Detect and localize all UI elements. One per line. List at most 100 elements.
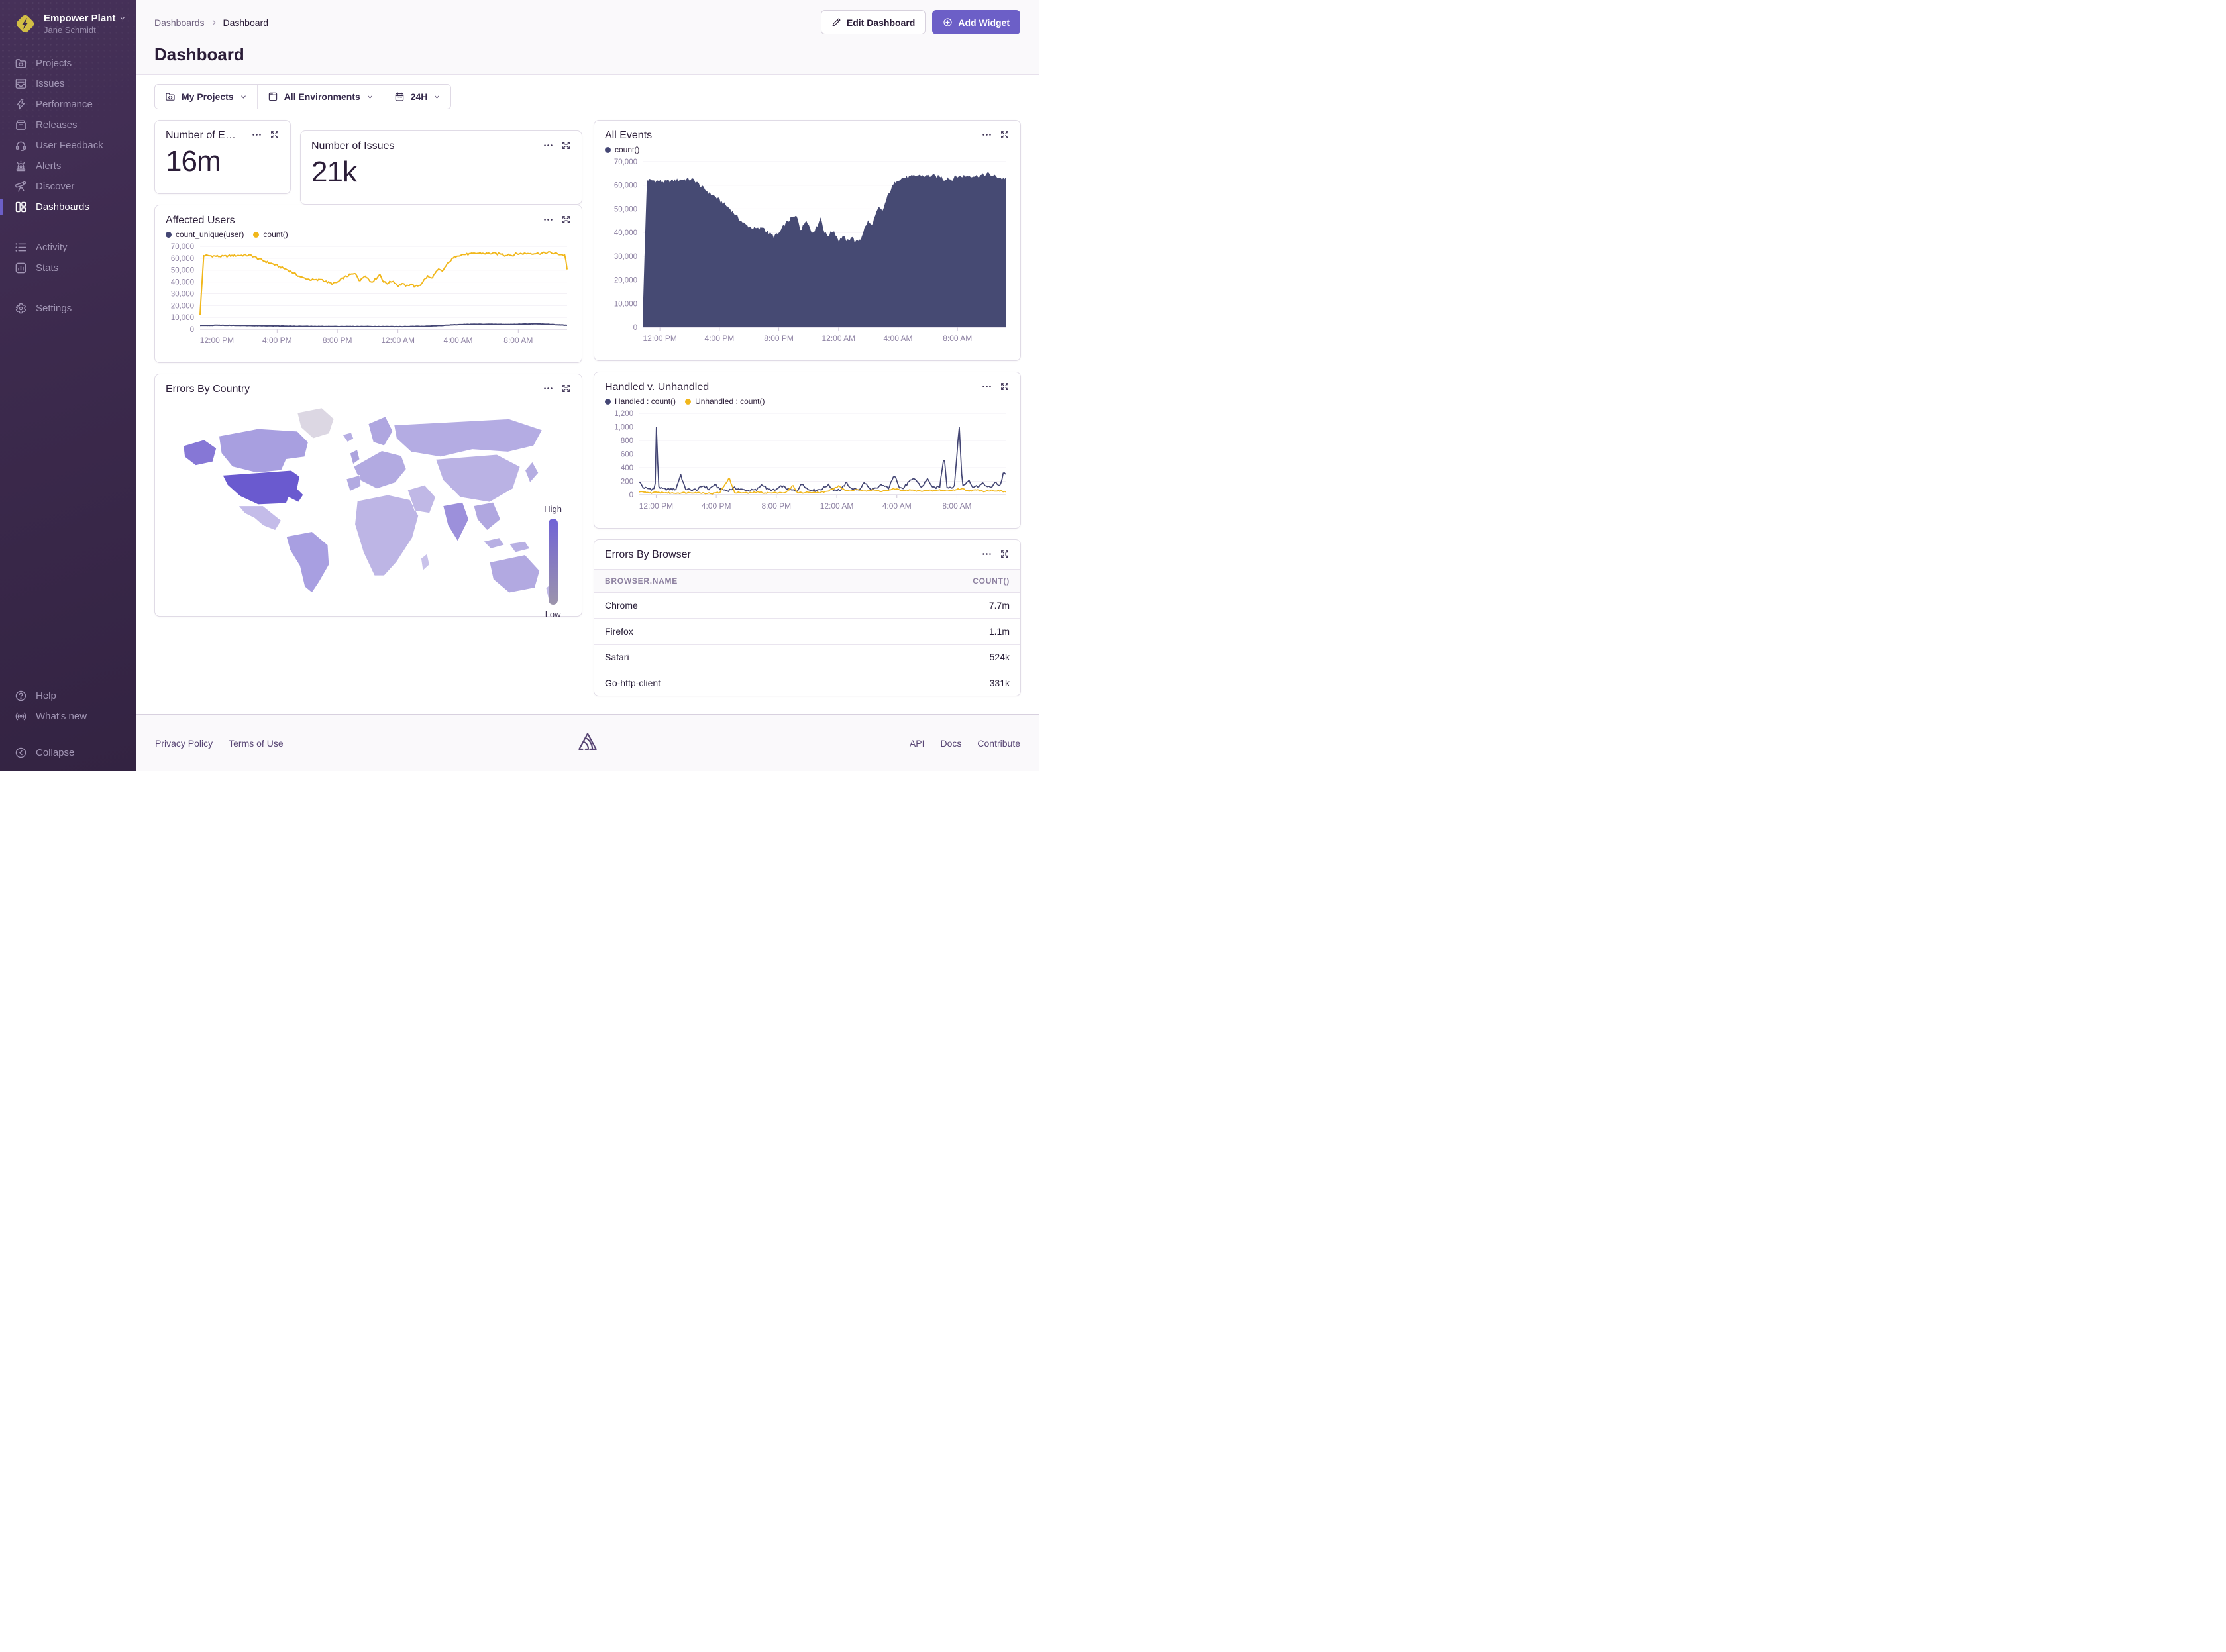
svg-text:0: 0 <box>629 491 633 499</box>
expand-icon[interactable] <box>270 130 280 140</box>
svg-text:0: 0 <box>190 326 194 334</box>
add-widget-button[interactable]: Add Widget <box>932 10 1020 34</box>
sidebar-item-user-feedback[interactable]: User Feedback <box>0 135 136 156</box>
projects-icon <box>15 57 27 70</box>
footer-link-terms-of-use[interactable]: Terms of Use <box>229 738 283 749</box>
collapse-icon <box>15 747 27 759</box>
breadcrumb-dashboards[interactable]: Dashboards <box>154 17 205 28</box>
world-map: High Low <box>166 398 571 603</box>
table-row: Chrome7.7m <box>594 593 1020 619</box>
svg-text:4:00 PM: 4:00 PM <box>262 336 292 345</box>
expand-icon[interactable] <box>561 384 571 393</box>
page-header: Dashboards Dashboard Edit Dashboard Add … <box>136 0 1039 75</box>
widget-menu-icon[interactable] <box>982 130 992 140</box>
svg-text:0: 0 <box>633 324 637 332</box>
svg-text:10,000: 10,000 <box>614 300 637 308</box>
widget-menu-icon[interactable] <box>543 140 553 150</box>
legend-dot <box>253 232 259 238</box>
footer-links-left: Privacy Policy Terms of Use <box>155 738 284 749</box>
projects-icon <box>165 91 176 102</box>
widget-title: Handled v. Unhandled <box>605 382 709 393</box>
edit-dashboard-label: Edit Dashboard <box>847 17 915 28</box>
svg-text:30,000: 30,000 <box>171 290 194 298</box>
performance-icon <box>15 98 27 111</box>
sidebar-item-discover[interactable]: Discover <box>0 176 136 197</box>
sidebar-item-issues[interactable]: Issues <box>0 74 136 94</box>
sidebar-item-stats[interactable]: Stats <box>0 258 136 278</box>
widget-menu-icon[interactable] <box>982 549 992 559</box>
svg-text:200: 200 <box>621 478 633 486</box>
sidebar-nav: ProjectsIssuesPerformance Releases User Fe… <box>0 53 136 319</box>
breadcrumb: Dashboards Dashboard <box>154 17 268 28</box>
svg-text:8:00 PM: 8:00 PM <box>764 334 794 343</box>
sidebar-item-activity[interactable]: Activity <box>0 237 136 258</box>
sentry-logo-icon <box>576 726 599 758</box>
time-filter[interactable]: 24H <box>384 85 451 109</box>
svg-text:400: 400 <box>621 464 633 472</box>
legend-item: count() <box>253 230 288 239</box>
sidebar-item-performance[interactable]: Performance <box>0 94 136 115</box>
sidebar-item-alerts[interactable]: Alerts <box>0 156 136 176</box>
sidebar-item-collapse[interactable]: Collapse <box>0 743 136 763</box>
svg-text:12:00 AM: 12:00 AM <box>822 334 855 343</box>
org-switcher[interactable]: Empower Plant Jane Schmidt <box>0 0 136 45</box>
activity-icon <box>15 241 27 254</box>
widget-menu-icon[interactable] <box>543 384 553 393</box>
pencil-icon <box>831 17 841 27</box>
footer-link-api[interactable]: API <box>910 738 925 749</box>
handled-unhandled-chart: 02004006008001,0001,20012:00 PM4:00 PM8:… <box>605 408 1011 516</box>
map-legend-low: Low <box>545 609 561 619</box>
sidebar-item-projects[interactable]: Projects <box>0 53 136 74</box>
gear-icon <box>15 302 27 315</box>
svg-text:4:00 PM: 4:00 PM <box>705 334 735 343</box>
environment-filter[interactable]: All Environments <box>257 85 384 109</box>
svg-text:1,200: 1,200 <box>614 410 633 418</box>
sidebar-item-settings[interactable]: Settings <box>0 298 136 319</box>
project-filter-label: My Projects <box>182 91 234 102</box>
sidebar-item-label: Settings <box>36 303 72 314</box>
svg-text:1,000: 1,000 <box>614 424 633 432</box>
expand-icon[interactable] <box>561 215 571 225</box>
table-row: Safari524k <box>594 645 1020 670</box>
footer-link-docs[interactable]: Docs <box>941 738 962 749</box>
content: My Projects All Environments 24H <box>136 75 1039 714</box>
chart-legend: Handled : count()Unhandled : count() <box>605 396 1010 407</box>
widget-menu-icon[interactable] <box>543 215 553 225</box>
sidebar-item-what-s-new[interactable]: What's new <box>0 706 136 727</box>
all-events-chart: 010,00020,00030,00040,00050,00060,00070,… <box>605 156 1011 348</box>
widget-menu-icon[interactable] <box>252 130 262 140</box>
expand-icon[interactable] <box>1000 549 1010 559</box>
project-filter[interactable]: My Projects <box>155 85 257 109</box>
footer-link-privacy-policy[interactable]: Privacy Policy <box>155 738 213 749</box>
expand-icon[interactable] <box>1000 382 1010 391</box>
svg-text:20,000: 20,000 <box>614 277 637 285</box>
widget-errors-by-country: Errors By Country <box>154 374 582 617</box>
sidebar-item-releases[interactable]: Releases <box>0 115 136 135</box>
sidebar-item-help[interactable]: Help <box>0 686 136 706</box>
svg-text:12:00 PM: 12:00 PM <box>639 501 673 511</box>
sidebar-item-dashboards[interactable]: Dashboards <box>0 197 136 217</box>
column-header-browser-name: BROWSER.NAME <box>594 570 857 593</box>
help-icon <box>15 690 27 702</box>
sidebar-item-label: Releases <box>36 119 78 130</box>
sidebar-item-label: Activity <box>36 242 68 253</box>
expand-icon[interactable] <box>561 140 571 150</box>
browser-name-cell: Chrome <box>594 593 857 619</box>
widget-title: Errors By Country <box>166 384 250 395</box>
calendar-icon <box>394 91 405 102</box>
edit-dashboard-button[interactable]: Edit Dashboard <box>821 10 926 34</box>
widget-menu-icon[interactable] <box>982 382 992 391</box>
widget-all-events: All Events count() 010,00020,00030,00040… <box>594 120 1021 361</box>
svg-text:12:00 AM: 12:00 AM <box>820 501 854 511</box>
legend-dot <box>685 399 691 405</box>
sidebar-item-label: What's new <box>36 711 87 722</box>
browser-name-cell: Safari <box>594 645 857 670</box>
svg-text:8:00 AM: 8:00 AM <box>942 501 971 511</box>
widget-affected-users: Affected Users count_unique(user)count()… <box>154 205 582 363</box>
svg-text:600: 600 <box>621 451 633 459</box>
svg-text:60,000: 60,000 <box>171 255 194 263</box>
legend-item: Handled : count() <box>605 397 676 406</box>
footer-link-contribute[interactable]: Contribute <box>977 738 1020 749</box>
plus-circle-icon <box>943 17 953 27</box>
expand-icon[interactable] <box>1000 130 1010 140</box>
